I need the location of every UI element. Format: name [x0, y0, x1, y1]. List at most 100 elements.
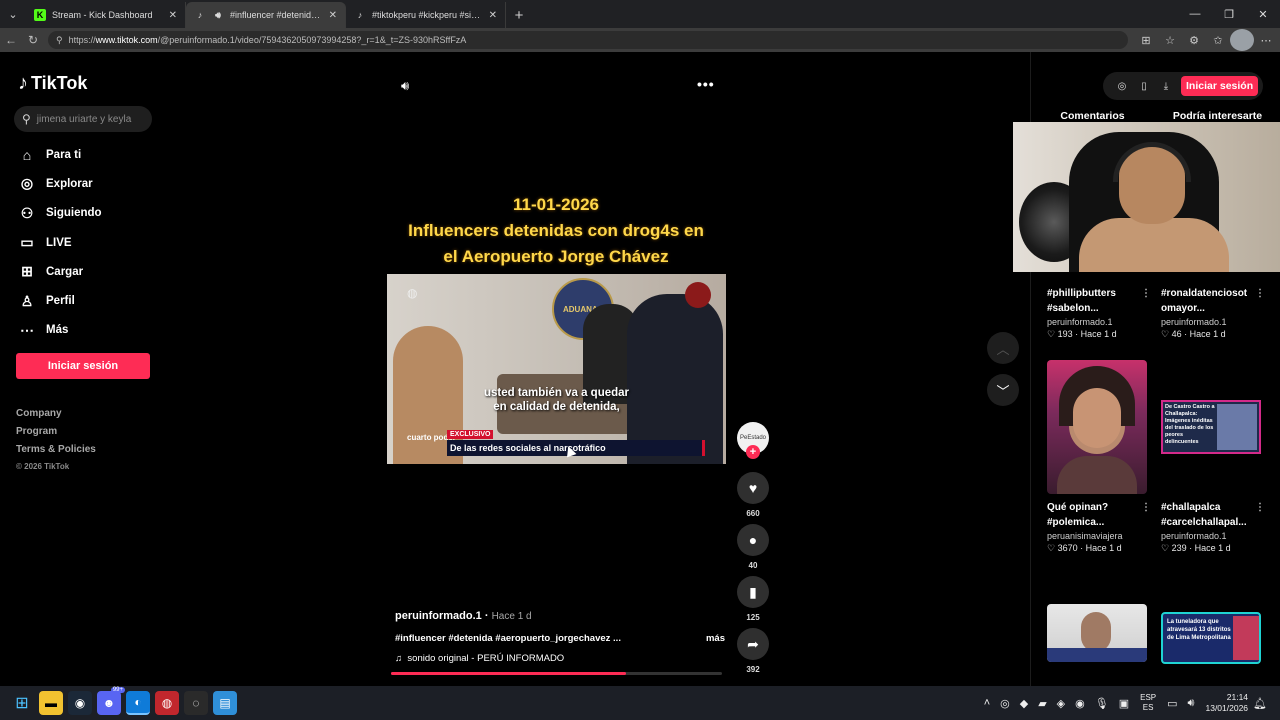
notification-bell-icon[interactable]: 🔔︎ [1253, 697, 1267, 710]
suggested-video-card[interactable]: Qué opinan? #polemica... ⋮ peruanisimaviaj… [1047, 360, 1159, 554]
tray-app-icon[interactable]: ▣ [1119, 697, 1129, 710]
steam-icon[interactable]: ◉ [68, 691, 92, 715]
sidebar-item-para-ti[interactable]: ⌂ Para ti [18, 140, 102, 169]
sidebar-item-siguiendo[interactable]: ⚇ Siguiendo [18, 199, 102, 228]
hashtags[interactable]: #influencer #detenida #aeropuerto_jorgec… [395, 633, 621, 644]
suggested-video-card[interactable]: #ronaldatenciosot omayor... ⋮ peruinformad… [1161, 286, 1273, 340]
sound-info[interactable]: ♫ sonido original - PERÚ INFORMADO [395, 653, 564, 664]
card-title-line: #phillipbutters [1047, 288, 1116, 299]
tab-tiktok[interactable]: ♪ #tiktokperu #kickperu #sideral #sub ✕ [346, 2, 506, 28]
save-count: 125 [746, 613, 760, 622]
sidebar-item-perfil[interactable]: ♙ Perfil [18, 286, 102, 315]
card-menu-icon[interactable]: ⋮ [1141, 500, 1151, 530]
body-shape [1057, 456, 1137, 494]
new-tab-button[interactable]: + [506, 2, 532, 28]
device-icon[interactable]: ▯ [1133, 81, 1155, 92]
url-field[interactable]: ⚲ https://www.tiktok.com/@peruinformado.… [48, 31, 1128, 49]
video-player[interactable]: ADUANAS ◍ usted también va a quedar en c… [387, 274, 726, 464]
more-options-icon[interactable]: ••• [697, 76, 715, 92]
login-button[interactable]: Iniciar sesión [16, 353, 150, 379]
favorite-star-icon[interactable]: ☆ [1158, 29, 1182, 51]
tab-list-button[interactable]: ⌄ [0, 0, 26, 28]
back-button[interactable]: ← [0, 29, 22, 51]
speaker-icon[interactable]: 🔊︎ [212, 9, 224, 21]
windows-start-icon[interactable]: ⊞ [10, 691, 34, 715]
clock-date: 13/01/2026 [1205, 703, 1249, 713]
microphone-icon[interactable]: 🎙︎ [1095, 697, 1109, 710]
like-button[interactable]: ♥ [737, 472, 769, 504]
search-input[interactable]: ⚲ jimena uriarte y keyla [14, 106, 152, 132]
suggested-video-card[interactable]: De Castro Castro a Challapalca: Imágenes… [1161, 360, 1273, 554]
chevron-up-icon[interactable]: ˄ [984, 697, 990, 709]
sidebar-item-live[interactable]: ▭ LIVE [18, 228, 102, 257]
menu-dots-icon[interactable]: ⋯ [1254, 29, 1278, 51]
app-icon[interactable]: ◍ [155, 691, 179, 715]
video-subtitle: usted también va a quedar en calidad de … [387, 386, 726, 414]
save-button[interactable]: ▮ [737, 576, 769, 608]
file-explorer-icon[interactable]: ▬ [39, 691, 63, 715]
tray-app-icon[interactable]: ◆ [1020, 697, 1028, 710]
card-menu-icon[interactable]: ⋮ [1141, 286, 1151, 316]
author-name[interactable]: peruinformado.1 [395, 610, 482, 622]
network-icon[interactable]: ▭ [1167, 697, 1177, 710]
coin-icon[interactable]: ◎ [1111, 81, 1133, 92]
tray-app-icon[interactable]: ◎ [1000, 697, 1010, 710]
follow-plus-button[interactable]: + [746, 445, 760, 459]
share-count: 392 [746, 665, 760, 674]
profile-avatar[interactable] [1230, 29, 1254, 51]
extension-icon[interactable]: ⚙ [1182, 29, 1206, 51]
more-link[interactable]: más [706, 633, 725, 644]
heart-icon: ♥ [748, 480, 758, 496]
discord-icon[interactable]: ☻ 99+ [97, 687, 125, 715]
close-icon[interactable]: ✕ [329, 10, 337, 21]
download-icon[interactable]: ⤓ [1155, 81, 1177, 92]
share-button[interactable]: ➦ [737, 628, 769, 660]
terms-link[interactable]: Terms & Policies [16, 444, 96, 462]
comment-button[interactable]: ● [737, 524, 769, 556]
suggested-video-card[interactable]: #phillipbutters #sabelon... ⋮ peruinformad… [1047, 286, 1159, 340]
video-progress-bar[interactable] [391, 672, 722, 675]
url-path: /@peruinformado.1/video/7594362050973994… [157, 35, 467, 45]
top-login-button[interactable]: Iniciar sesión [1181, 76, 1259, 96]
sidebar-item-mas[interactable]: ⋯ Más [18, 316, 102, 345]
face-shape [1073, 388, 1121, 448]
close-window-button[interactable]: ✕ [1246, 0, 1280, 28]
restore-button[interactable]: ❐ [1212, 0, 1246, 28]
nav-label: Cargar [46, 265, 84, 278]
tray-app-icon[interactable]: ▰ [1038, 697, 1046, 710]
site-info-icon[interactable]: ⚲ [56, 35, 63, 46]
sidebar-item-explorar[interactable]: ◎ Explorar [18, 169, 102, 198]
heart-icon: ♡ [1047, 543, 1056, 553]
language-indicator[interactable]: ESP ES [1140, 693, 1156, 713]
notepad-icon[interactable]: ▤ [213, 691, 237, 715]
previous-video-button[interactable]: ︿ [987, 332, 1019, 364]
tiktok-logo[interactable]: ♪ TikTok [18, 72, 87, 95]
favorites-icon[interactable]: ✩ [1206, 29, 1230, 51]
volume-icon[interactable]: 🔊︎ [401, 78, 409, 94]
chevron-up-icon: ︿ [996, 341, 1010, 357]
company-link[interactable]: Company [16, 408, 96, 426]
steam-tray-icon[interactable]: ◉ [1075, 697, 1085, 710]
card-likes: 46 [1171, 329, 1182, 339]
volume-icon[interactable]: 🔊︎ [1188, 697, 1195, 710]
sidebar-item-cargar[interactable]: ⊞ Cargar [18, 257, 102, 286]
suggested-video-card[interactable] [1047, 604, 1159, 662]
edge-icon[interactable]: ◐ [126, 691, 150, 715]
obs-icon[interactable]: ◌ [184, 691, 208, 715]
suggested-video-card[interactable]: La tuneladora que atravesará 13 distrito… [1161, 612, 1273, 664]
tab-kick[interactable]: K Stream - Kick Dashboard ✕ [26, 2, 186, 28]
app-icon[interactable]: ⊞ [1134, 29, 1158, 51]
clock[interactable]: 21:14 13/01/2026 [1205, 692, 1248, 714]
nav-label: LIVE [46, 236, 72, 249]
card-menu-icon[interactable]: ⋮ [1255, 286, 1265, 316]
video-author[interactable]: peruinformado.1 · Hace 1 d [395, 610, 532, 622]
program-link[interactable]: Program [16, 426, 96, 444]
card-menu-icon[interactable]: ⋮ [1255, 500, 1265, 530]
reload-button[interactable]: ↻ [22, 29, 44, 51]
tray-app-icon[interactable]: ◈ [1057, 697, 1065, 710]
close-icon[interactable]: ✕ [169, 10, 177, 21]
tab-tiktok-active[interactable]: ♪ 🔊︎ #influencer #detenida #aeropuerto ✕ [186, 2, 346, 28]
next-video-button[interactable]: ﹀ [987, 374, 1019, 406]
minimize-button[interactable]: — [1178, 0, 1212, 28]
close-icon[interactable]: ✕ [489, 10, 497, 21]
